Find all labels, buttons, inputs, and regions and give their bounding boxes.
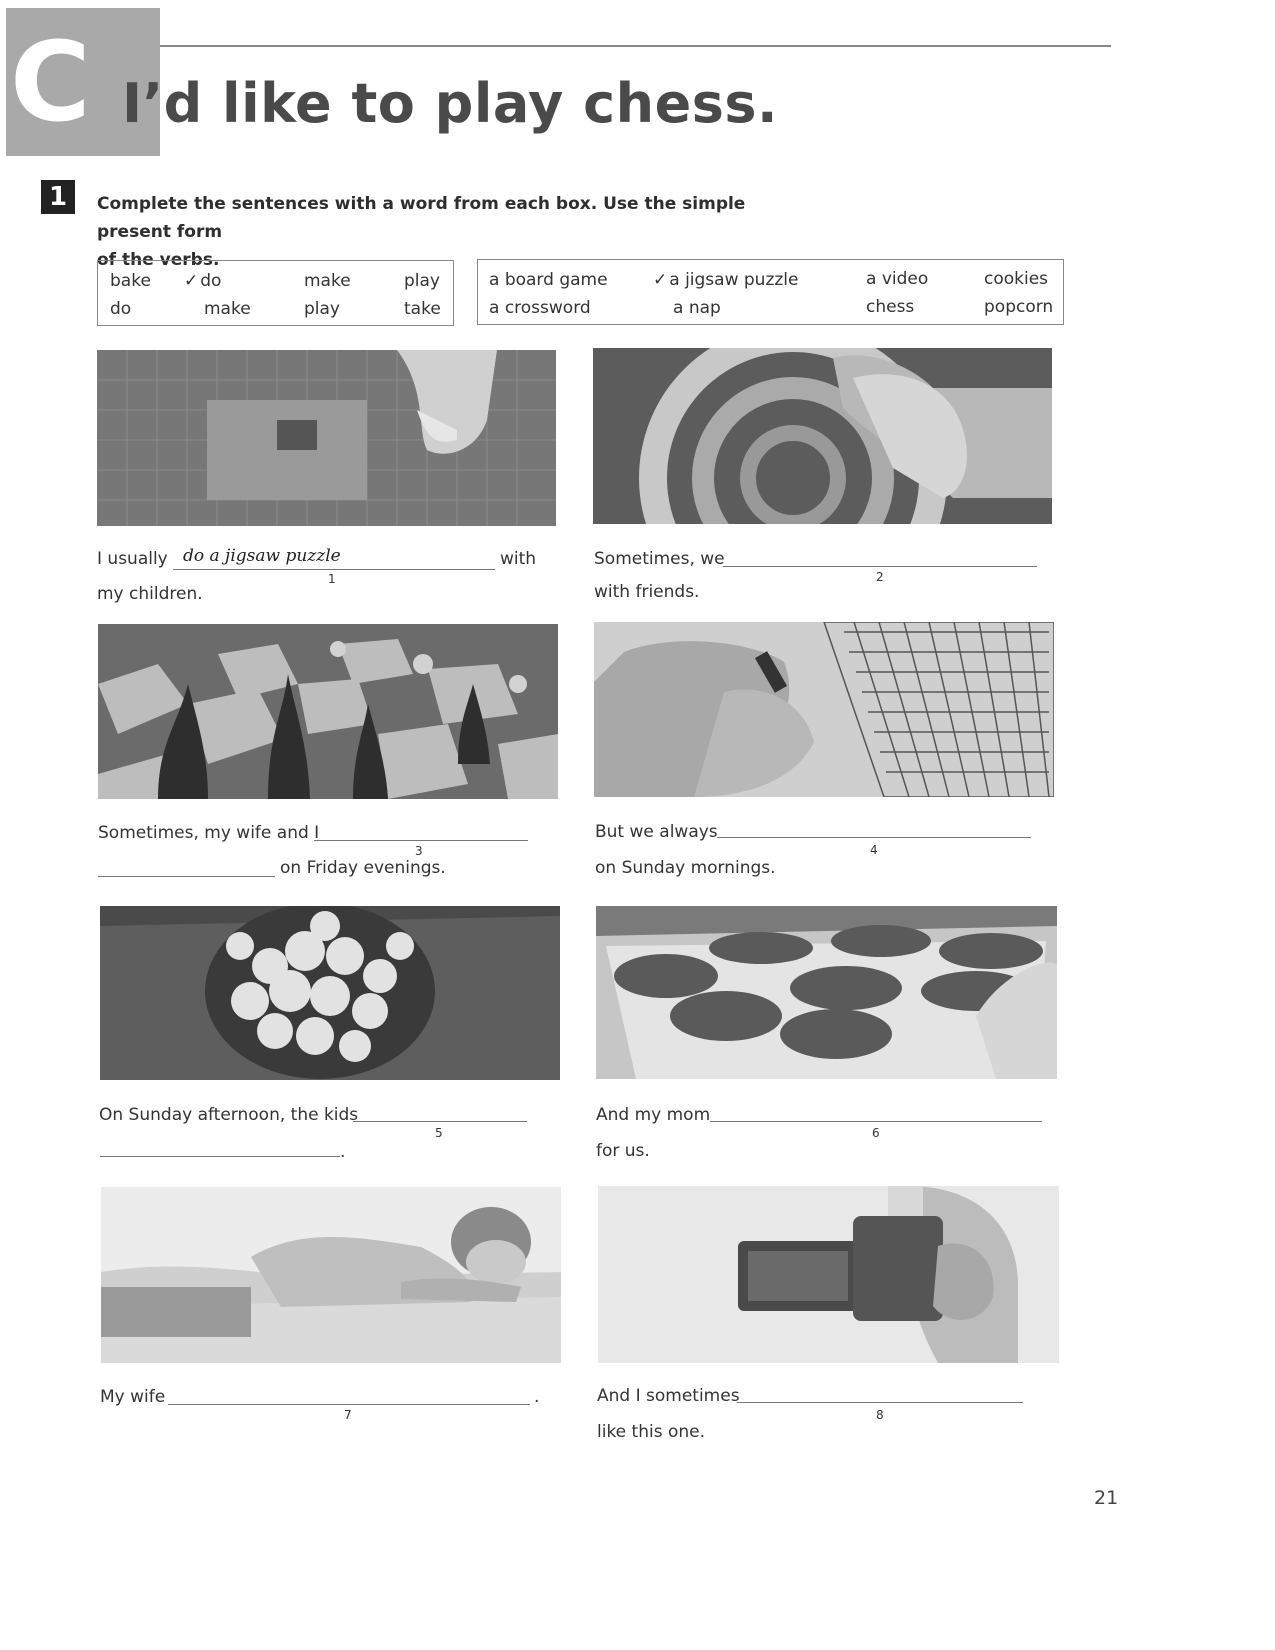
verb-word: do xyxy=(110,299,132,319)
item-1-prompt: I usually xyxy=(97,549,168,569)
noun-word: popcorn xyxy=(984,297,1054,317)
noun-word: a video xyxy=(866,269,929,289)
item-6-number: 6 xyxy=(872,1126,880,1140)
verb-box: bake ✓ do make play do make play take xyxy=(97,260,454,326)
item-7-prompt: My wife xyxy=(100,1387,166,1407)
photo-crossword xyxy=(594,622,1054,797)
photo-chess xyxy=(98,624,558,799)
item-4-prompt: But we always xyxy=(595,822,718,842)
item-2-line2: with friends. xyxy=(594,582,700,602)
item-7-blank[interactable] xyxy=(168,1404,530,1405)
photo-jigsaw-puzzle xyxy=(97,350,556,526)
item-5-blank-a[interactable] xyxy=(353,1121,527,1122)
section-letter: C xyxy=(10,18,91,146)
photo-nap xyxy=(101,1187,561,1363)
verb-word: make xyxy=(304,271,351,291)
verb-word: play xyxy=(304,299,340,319)
verb-word-checked: ✓ do xyxy=(184,271,222,291)
item-3-blank-b[interactable] xyxy=(98,876,275,877)
item-5-blank-b[interactable] xyxy=(100,1156,340,1157)
item-3-number: 3 xyxy=(415,844,423,858)
noun-word-checked: ✓ a jigsaw puzzle xyxy=(653,270,799,290)
instruction-line-1: Complete the sentences with a word from … xyxy=(97,194,746,242)
photo-popcorn xyxy=(100,906,560,1080)
noun-word: a nap xyxy=(673,298,721,318)
item-5-line2: . xyxy=(340,1142,346,1162)
noun-word: cookies xyxy=(984,269,1049,289)
item-7-number: 7 xyxy=(344,1408,352,1422)
item-1-blank[interactable] xyxy=(173,569,495,570)
verb-word: bake xyxy=(110,271,151,291)
item-4-blank[interactable] xyxy=(717,837,1031,838)
item-6-line2: for us. xyxy=(596,1141,650,1161)
item-2-prompt: Sometimes, we xyxy=(594,549,725,569)
item-3-prompt: Sometimes, my wife and I xyxy=(98,823,320,843)
item-2-number: 2 xyxy=(876,570,884,584)
item-3-blank-a[interactable] xyxy=(314,840,528,841)
noun-word: chess xyxy=(866,297,915,317)
item-4-number: 4 xyxy=(870,843,878,857)
item-4-line2: on Sunday mornings. xyxy=(595,858,776,878)
photo-board-game xyxy=(593,348,1052,524)
photo-video-camera xyxy=(598,1186,1059,1363)
check-icon: ✓ xyxy=(653,270,668,290)
item-7-after: . xyxy=(534,1387,540,1407)
item-1-after: with xyxy=(500,549,537,569)
verb-word: take xyxy=(404,299,441,319)
verb-word: play xyxy=(404,271,440,291)
item-5-prompt: On Sunday afternoon, the kids xyxy=(99,1105,359,1125)
page-title: I’d like to play chess. xyxy=(122,72,778,135)
check-icon: ✓ xyxy=(184,271,199,291)
exercise-number: 1 xyxy=(41,180,75,214)
item-8-blank[interactable] xyxy=(737,1402,1023,1403)
item-1-line2: my children. xyxy=(97,584,203,604)
item-8-line2: like this one. xyxy=(597,1422,706,1442)
item-1-answer: do a jigsaw puzzle xyxy=(183,546,341,566)
item-2-blank[interactable] xyxy=(723,566,1037,567)
verb-word: make xyxy=(204,299,251,319)
noun-word: a board game xyxy=(489,270,608,290)
item-1-number: 1 xyxy=(328,572,336,586)
item-5-number: 5 xyxy=(435,1126,443,1140)
item-3-line2: on Friday evenings. xyxy=(280,858,446,878)
page-number: 21 xyxy=(1094,1487,1119,1509)
item-6-prompt: And my mom xyxy=(596,1105,711,1125)
noun-box: a board game ✓ a jigsaw puzzle a video co… xyxy=(477,259,1064,325)
header-rule xyxy=(160,45,1111,47)
noun-word: a crossword xyxy=(489,298,591,318)
item-8-number: 8 xyxy=(876,1408,884,1422)
item-8-prompt: And I sometimes xyxy=(597,1386,740,1406)
item-6-blank[interactable] xyxy=(710,1121,1042,1122)
photo-cookies xyxy=(596,906,1057,1079)
